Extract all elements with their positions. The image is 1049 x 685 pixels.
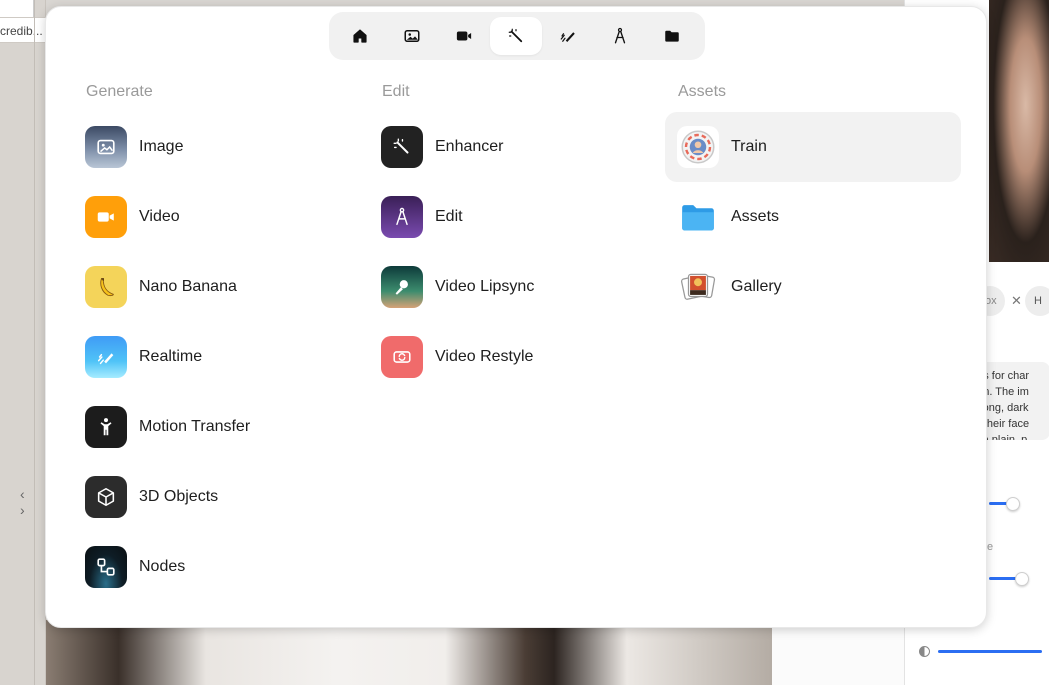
menu-item-edit[interactable]: Edit [381, 182, 677, 252]
background-slider-track[interactable] [938, 650, 1042, 653]
magic-wand-icon [508, 28, 523, 43]
folder-icon [665, 30, 679, 42]
app-launcher-menu: Generate Image Video Nano Banana Realtim… [45, 6, 987, 628]
background-gap [772, 620, 904, 685]
tab-realtime[interactable] [542, 17, 594, 55]
train-icon [677, 126, 719, 168]
menu-item-nodes[interactable]: Nodes [85, 532, 381, 602]
image-icon [85, 126, 127, 168]
background-nav-arrows[interactable]: ‹ › [20, 486, 45, 518]
background-slider-label: e [987, 541, 994, 553]
menu-item-label: Video Restyle [435, 348, 534, 365]
menu-item-label: Nodes [139, 558, 186, 575]
menu-item-video[interactable]: Video [85, 182, 381, 252]
contrast-icon [919, 646, 930, 657]
tab-assets[interactable] [646, 17, 698, 55]
folder-icon [677, 196, 719, 238]
tab-home[interactable] [334, 17, 386, 55]
pen-sparkle-icon [85, 336, 127, 378]
menu-item-label: Realtime [139, 348, 203, 365]
cube-icon [85, 476, 127, 518]
microphone-icon [381, 266, 423, 308]
menu-item-enhancer[interactable]: Enhancer [381, 112, 677, 182]
menu-item-motion-transfer[interactable]: Motion Transfer [85, 392, 381, 462]
tab-enhancer[interactable] [490, 17, 542, 55]
background-photo [46, 620, 772, 685]
compass-icon [614, 27, 626, 44]
menu-item-video-lipsync[interactable]: Video Lipsync [381, 252, 677, 322]
home-icon [353, 29, 367, 43]
menu-item-label: Assets [731, 208, 780, 225]
menu-item-train[interactable]: Train [665, 112, 961, 182]
background-slider-knob[interactable] [1015, 572, 1029, 586]
close-icon[interactable]: ✕ [1011, 293, 1022, 309]
menu-item-label: Edit [435, 208, 463, 225]
person-icon [85, 406, 127, 448]
top-nav-bar [329, 12, 705, 60]
tab-edit[interactable] [594, 17, 646, 55]
pen-sparkle-icon [560, 32, 575, 42]
menu-item-gallery[interactable]: Gallery [665, 252, 961, 322]
background-divider [34, 0, 35, 685]
tab-video[interactable] [438, 17, 490, 55]
menu-item-label: Enhancer [435, 138, 504, 155]
menu-item-label: Video [139, 208, 180, 225]
menu-item-assets[interactable]: Assets [665, 182, 961, 252]
background-left-panel: credib... ‹ › [0, 0, 48, 685]
menu-item-image[interactable]: Image [85, 112, 381, 182]
edit-column: Edit [381, 83, 410, 103]
restyle-icon [381, 336, 423, 378]
assets-column: Assets [666, 83, 726, 103]
menu-item-video-restyle[interactable]: Video Restyle [381, 322, 677, 392]
compass-icon [381, 196, 423, 238]
menu-item-3d-objects[interactable]: 3D Objects [85, 462, 381, 532]
menu-item-label: Motion Transfer [139, 418, 251, 435]
menu-item-nano-banana[interactable]: Nano Banana [85, 252, 381, 322]
menu-item-realtime[interactable]: Realtime [85, 322, 381, 392]
background-slider-knob[interactable] [1006, 497, 1020, 511]
assets-heading: Assets [678, 83, 727, 100]
menu-item-label: Gallery [731, 278, 782, 295]
gallery-icon [677, 266, 719, 308]
image-icon [404, 30, 420, 42]
menu-item-label: Image [139, 138, 184, 155]
menu-item-label: Train [731, 138, 767, 155]
menu-item-label: Video Lipsync [435, 278, 535, 295]
background-topbar [0, 0, 34, 17]
generate-heading: Generate [86, 83, 153, 100]
tab-image[interactable] [386, 17, 438, 55]
menu-item-label: 3D Objects [139, 488, 219, 505]
magic-wand-icon [381, 126, 423, 168]
banana-icon [85, 266, 127, 308]
menu-item-label: Nano Banana [139, 278, 237, 295]
edit-heading: Edit [382, 83, 410, 100]
generate-column: Generate [85, 83, 153, 103]
background-tag-chip[interactable]: H [1025, 286, 1049, 316]
nodes-icon [85, 546, 127, 588]
video-camera-icon [456, 31, 472, 41]
background-portrait-photo [989, 0, 1049, 262]
video-camera-icon [85, 196, 127, 238]
background-url-field[interactable]: credib... [0, 17, 48, 43]
